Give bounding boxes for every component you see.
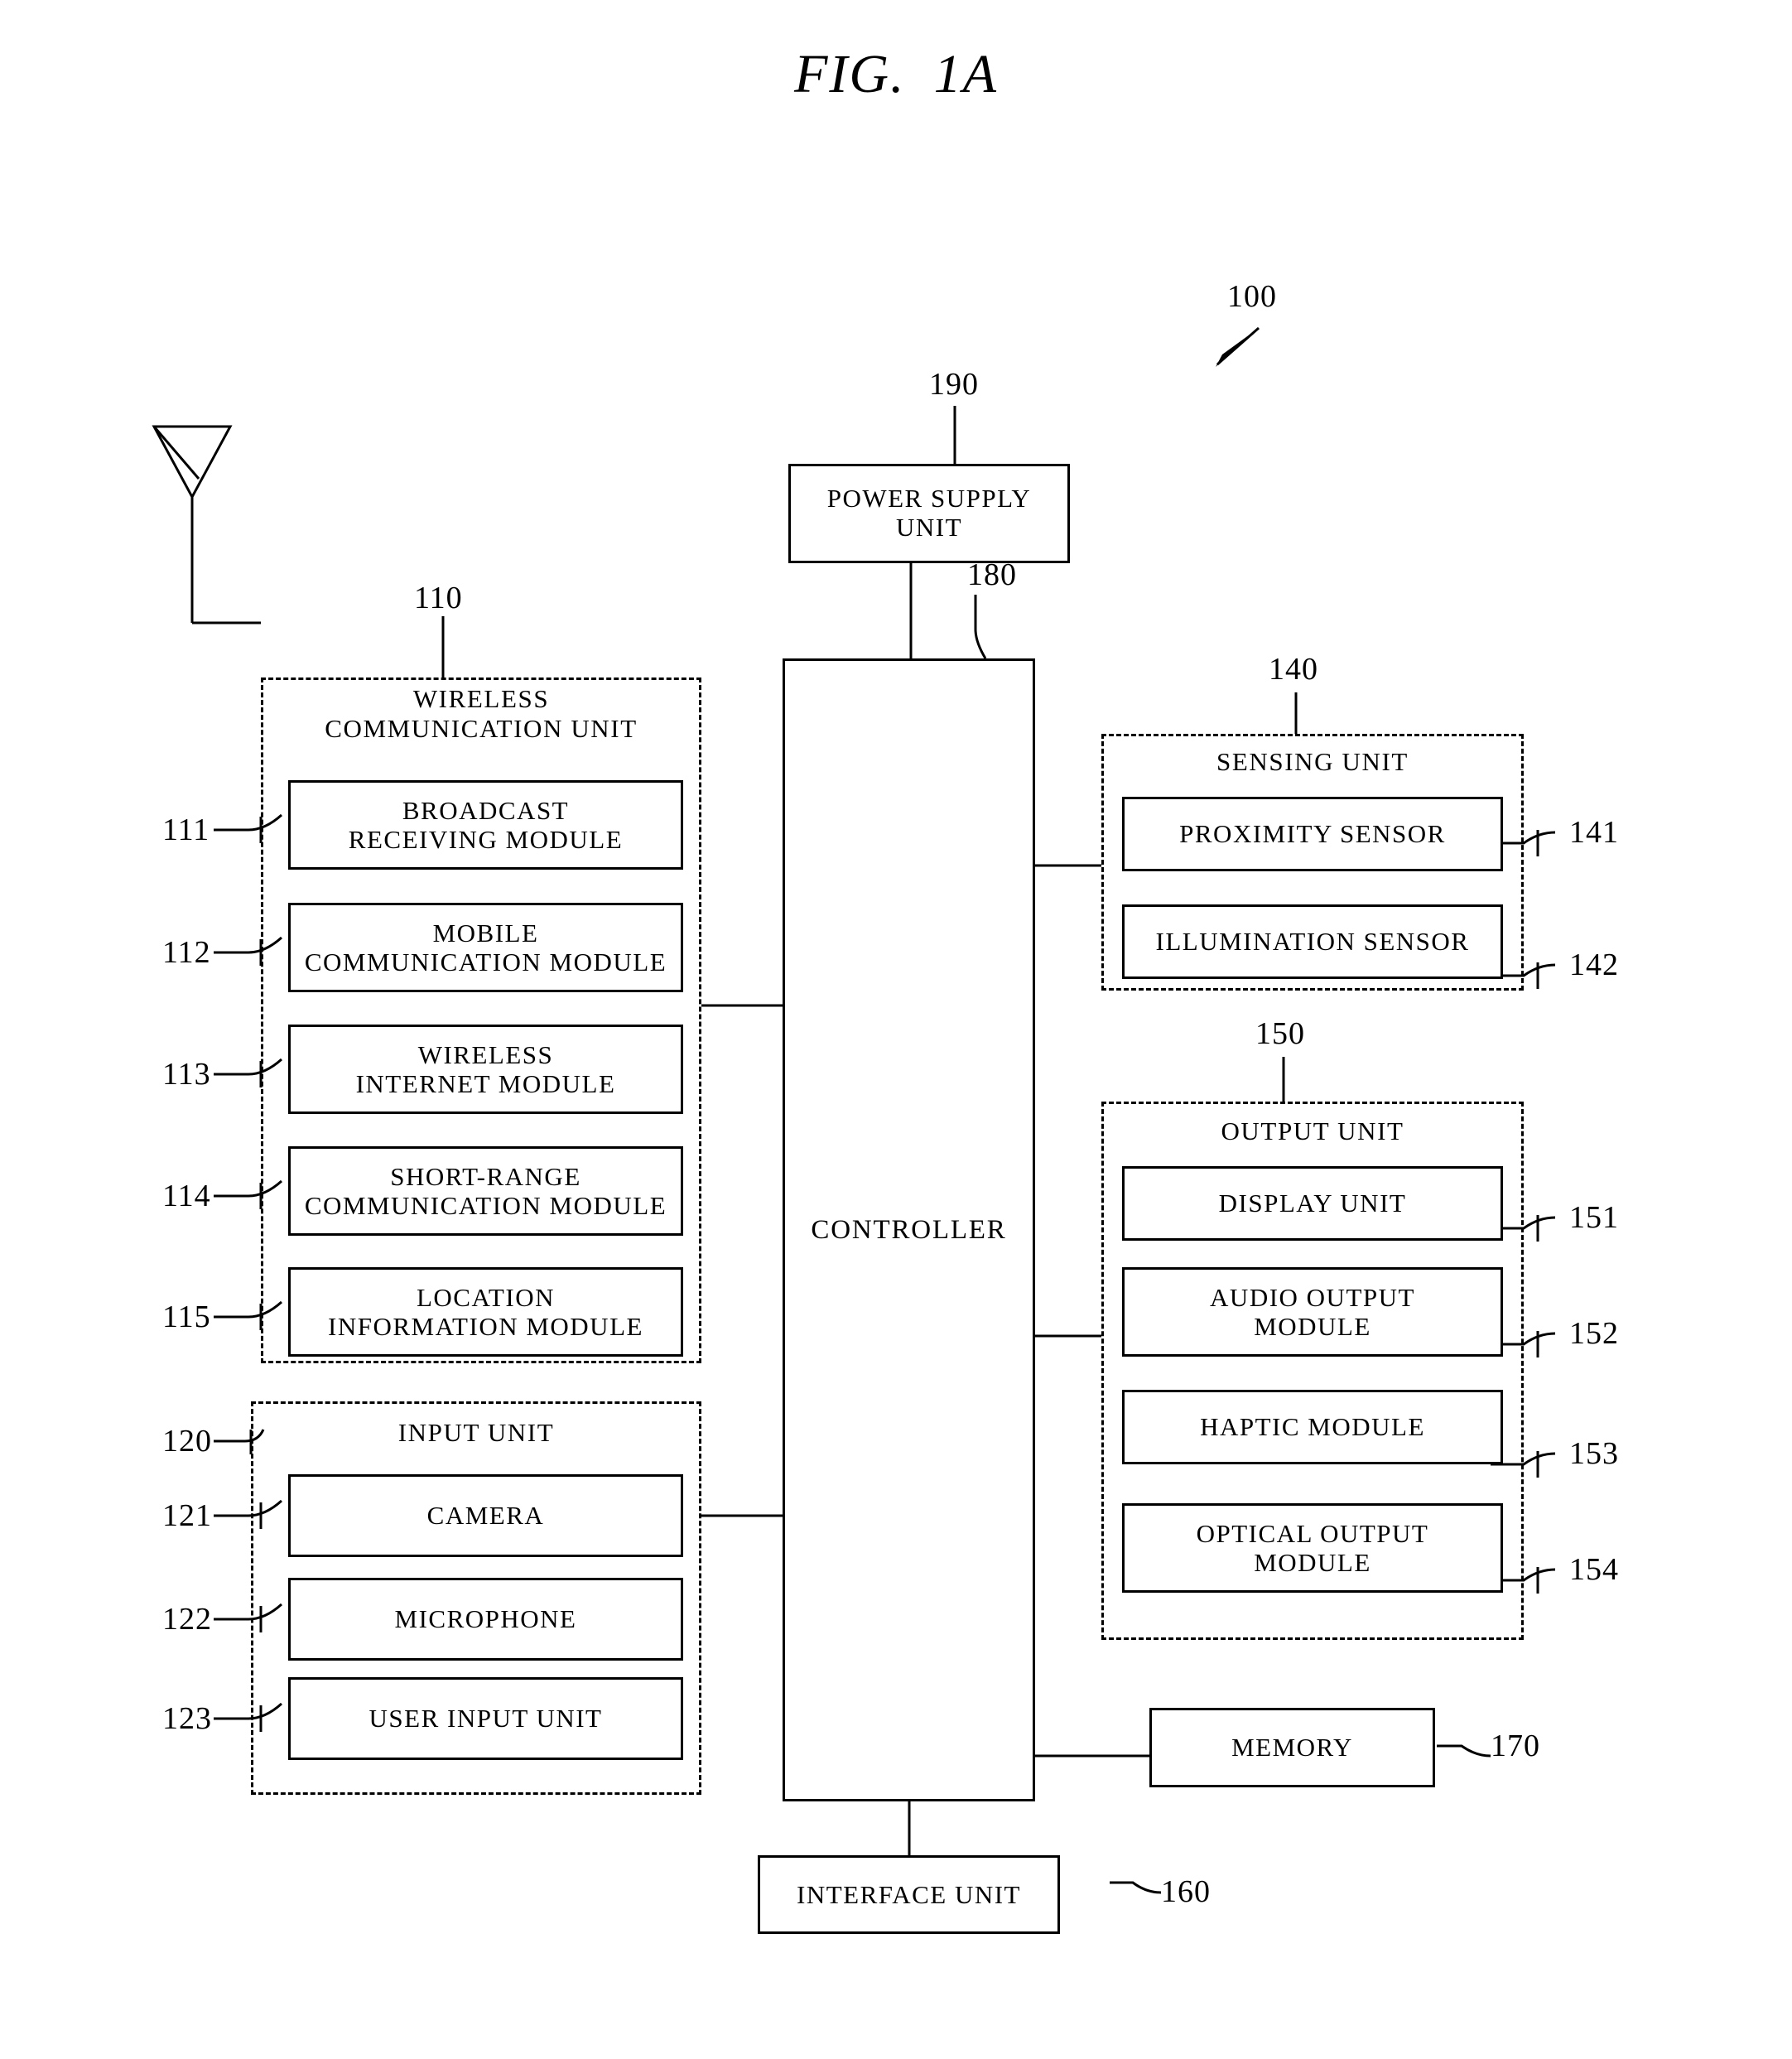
ref-114: 114 (162, 1179, 211, 1213)
ref-112: 112 (162, 935, 211, 970)
ref-150: 150 (1255, 1016, 1305, 1051)
figure-title-main: FIG. (794, 44, 906, 104)
ref-121: 121 (162, 1498, 212, 1533)
ref-154: 154 (1569, 1552, 1619, 1587)
ref-153: 153 (1569, 1436, 1619, 1471)
antenna-icon (152, 425, 233, 500)
user-input-unit-box[interactable]: USER INPUT UNIT (288, 1677, 683, 1760)
ref-120: 120 (162, 1424, 212, 1459)
ref-113: 113 (162, 1057, 211, 1092)
ref-122: 122 (162, 1602, 212, 1637)
ref-151: 151 (1569, 1200, 1619, 1235)
controller-box[interactable]: CONTROLLER (783, 658, 1035, 1801)
microphone-box[interactable]: MICROPHONE (288, 1578, 683, 1661)
input-unit-title: INPUT UNIT (397, 1418, 555, 1447)
memory-box[interactable]: MEMORY (1149, 1708, 1435, 1787)
audio-output-module-box[interactable]: AUDIO OUTPUT MODULE (1122, 1267, 1503, 1357)
ref-152: 152 (1569, 1316, 1619, 1351)
ref-160: 160 (1161, 1874, 1211, 1909)
illumination-sensor-box[interactable]: ILLUMINATION SENSOR (1122, 904, 1503, 979)
ref-115: 115 (162, 1300, 211, 1334)
ref-142: 142 (1569, 948, 1619, 982)
device-ref-100: 100 (1227, 279, 1277, 314)
camera-box[interactable]: CAMERA (288, 1474, 683, 1557)
ref-180: 180 (967, 557, 1017, 592)
ref-170: 170 (1491, 1729, 1540, 1763)
mobile-communication-module-box[interactable]: MOBILE COMMUNICATION MODULE (288, 903, 683, 992)
ref-110: 110 (414, 581, 463, 615)
ref-140: 140 (1269, 652, 1318, 687)
interface-unit-box[interactable]: INTERFACE UNIT (758, 1855, 1060, 1934)
display-unit-box[interactable]: DISPLAY UNIT (1122, 1166, 1503, 1241)
sensing-unit-title: SENSING UNIT (1216, 747, 1409, 776)
proximity-sensor-box[interactable]: PROXIMITY SENSOR (1122, 797, 1503, 871)
ref-123: 123 (162, 1701, 212, 1736)
haptic-module-box[interactable]: HAPTIC MODULE (1122, 1390, 1503, 1464)
ref-111: 111 (162, 813, 210, 847)
location-information-module-box[interactable]: LOCATION INFORMATION MODULE (288, 1267, 683, 1357)
output-unit-title: OUTPUT UNIT (1221, 1116, 1404, 1145)
ref-190: 190 (929, 367, 979, 402)
short-range-communication-module-box[interactable]: SHORT-RANGE COMMUNICATION MODULE (288, 1146, 683, 1236)
wireless-internet-module-box[interactable]: WIRELESS INTERNET MODULE (288, 1025, 683, 1114)
figure-title-number: 1A (933, 44, 998, 104)
broadcast-receiving-module-box[interactable]: BROADCAST RECEIVING MODULE (288, 780, 683, 870)
figure-title: FIG. 1A (0, 43, 1792, 106)
power-supply-unit-box[interactable]: POWER SUPPLY UNIT (788, 464, 1070, 563)
wireless-communication-unit-title: WIRELESS COMMUNICATION UNIT (325, 684, 638, 743)
ref-141: 141 (1569, 815, 1619, 850)
optical-output-module-box[interactable]: OPTICAL OUTPUT MODULE (1122, 1503, 1503, 1593)
